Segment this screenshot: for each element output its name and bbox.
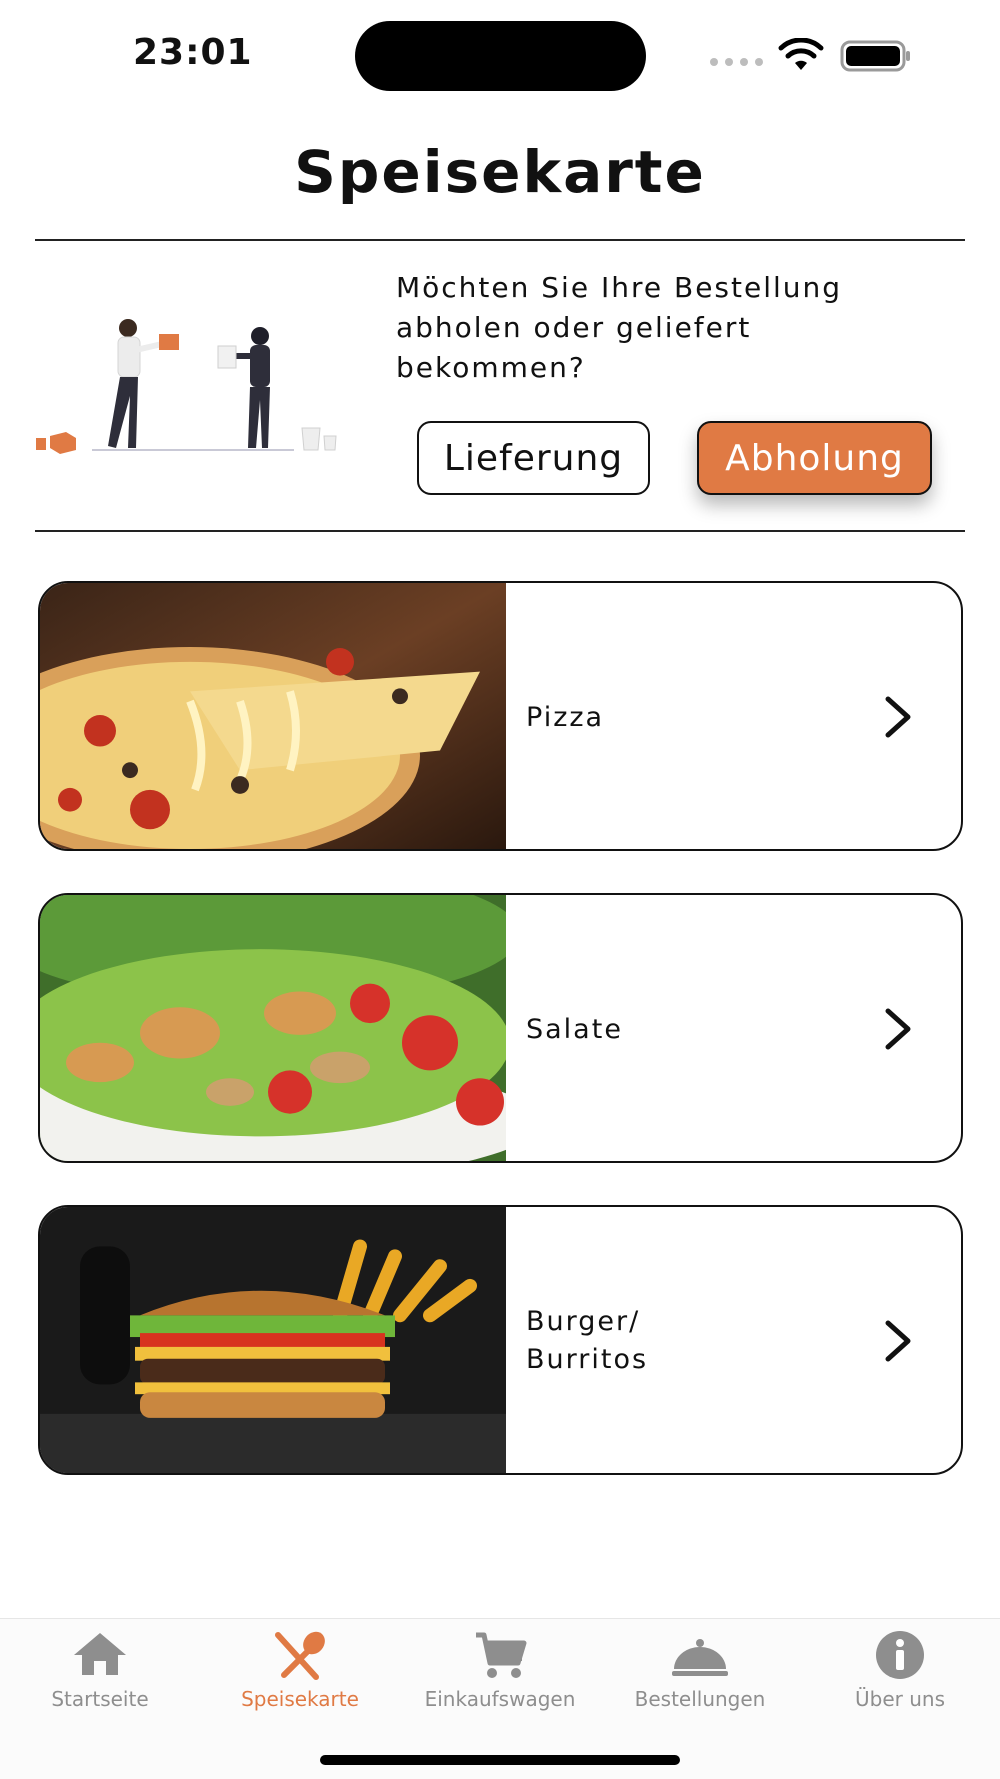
wifi-icon [778, 38, 824, 70]
status-bar: 23:01 [0, 0, 1000, 110]
home-icon [74, 1633, 126, 1675]
tab-bestellungen[interactable]: Bestellungen [600, 1629, 800, 1729]
cart-icon [476, 1632, 527, 1678]
category-card-pizza[interactable]: Pizza [38, 581, 963, 851]
category-label-burger: Burger/ Burritos [526, 1306, 649, 1375]
tab-label: Speisekarte [241, 1687, 359, 1711]
cloche-icon [672, 1639, 728, 1676]
fork-spoon-icon [275, 1631, 325, 1680]
order-type-question: Möchten Sie Ihre Bestellung abholen oder… [396, 271, 843, 384]
tab-label: Einkaufswagen [424, 1687, 576, 1711]
home-indicator [320, 1755, 680, 1765]
section-divider [35, 530, 965, 532]
category-label-pizza: Pizza [526, 702, 605, 733]
tab-ueber-uns[interactable]: Über uns [800, 1629, 1000, 1729]
tab-label: Startseite [51, 1687, 149, 1711]
cellular-signal-icon [710, 58, 763, 66]
tab-speisekarte[interactable]: Speisekarte [200, 1629, 400, 1729]
delivery-handoff-illustration [36, 319, 337, 454]
info-icon [876, 1631, 924, 1679]
tab-einkaufswagen[interactable]: Einkaufswagen [400, 1629, 600, 1729]
tab-startseite[interactable]: Startseite [0, 1629, 200, 1729]
pickup-button[interactable]: Abholung [697, 421, 932, 495]
category-card-burger[interactable]: Burger/ Burritos [38, 1205, 963, 1475]
tab-label: Über uns [855, 1687, 945, 1711]
top-divider [35, 239, 965, 241]
burger-image [40, 1207, 506, 1473]
salad-image [40, 895, 506, 1161]
chevron-right-icon [885, 1320, 911, 1362]
dynamic-island [355, 21, 646, 91]
chevron-right-icon [885, 696, 911, 738]
page-title: Speisekarte [294, 138, 706, 206]
category-label-salate: Salate [526, 1014, 623, 1045]
status-time: 23:01 [133, 32, 253, 73]
pizza-image [40, 583, 506, 849]
chevron-right-icon [885, 1008, 911, 1050]
category-card-salate[interactable]: Salate [38, 893, 963, 1163]
tab-label: Bestellungen [634, 1687, 766, 1711]
battery-icon [840, 40, 910, 72]
delivery-button[interactable]: Lieferung [417, 421, 650, 495]
